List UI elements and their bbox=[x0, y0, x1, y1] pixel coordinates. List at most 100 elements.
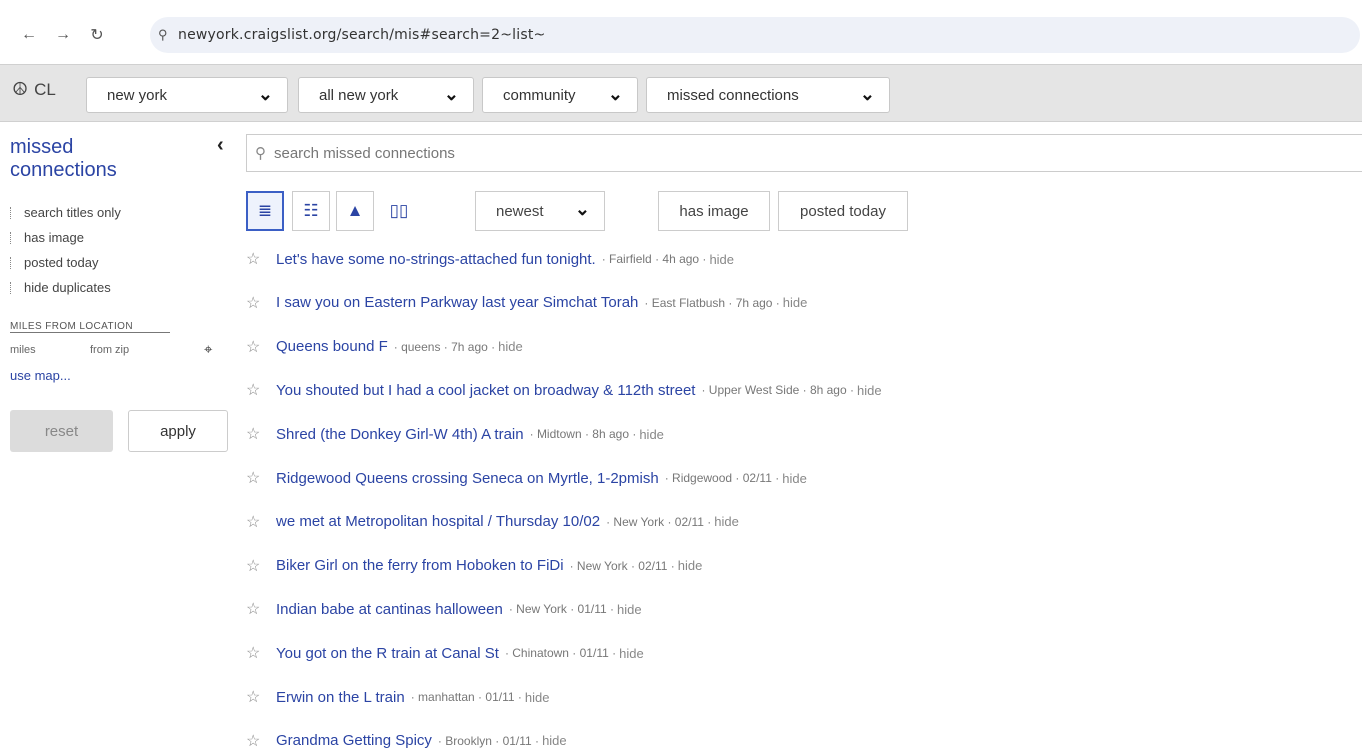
subarea-select-value: all new york bbox=[319, 86, 399, 104]
peace-icon: ☮ bbox=[12, 79, 29, 99]
thumbnail-view-icon: ☷ bbox=[303, 201, 319, 220]
result-meta: · Fairfield · 4h ago · bbox=[601, 252, 707, 266]
hide-link[interactable]: hide bbox=[525, 690, 550, 705]
cl-logo[interactable]: ☮ CL bbox=[12, 79, 56, 100]
has-image-checkbox[interactable]: has image bbox=[10, 230, 84, 245]
thumbnail-view-button[interactable]: ☷ bbox=[292, 191, 330, 231]
list-item: ☆ Grandma Getting Spicy · Brooklyn · 01/11… bbox=[246, 726, 567, 749]
category-select[interactable]: community ⌄ bbox=[482, 77, 638, 113]
list-item: ☆ Shred (the Donkey Girl-W 4th) A train · … bbox=[246, 419, 664, 449]
favorite-star-icon[interactable]: ☆ bbox=[246, 687, 276, 707]
favorite-star-icon[interactable]: ☆ bbox=[246, 380, 276, 400]
hide-link[interactable]: hide bbox=[783, 295, 808, 310]
list-item: ☆ You got on the R train at Canal St · Chi… bbox=[246, 638, 644, 668]
result-title-link[interactable]: Ridgewood Queens crossing Seneca on Myrt… bbox=[276, 470, 659, 487]
option-label: posted today bbox=[24, 255, 99, 270]
result-title-link[interactable]: Queens bound F bbox=[276, 338, 388, 355]
locate-me-icon[interactable]: ⌖ bbox=[204, 341, 212, 358]
list-item: ☆ Biker Girl on the ferry from Hoboken to… bbox=[246, 551, 702, 581]
area-select[interactable]: new york ⌄ bbox=[86, 77, 288, 113]
favorite-star-icon[interactable]: ☆ bbox=[246, 468, 276, 488]
favorite-star-icon[interactable]: ☆ bbox=[246, 249, 276, 269]
chevron-down-icon: ⌄ bbox=[607, 84, 623, 104]
hide-link[interactable]: hide bbox=[619, 646, 644, 661]
category-select-value: community bbox=[503, 86, 576, 104]
craigslist-header: ☮ CL new york ⌄ all new york ⌄ community… bbox=[0, 64, 1362, 122]
chevron-down-icon: ⌄ bbox=[443, 84, 459, 104]
checkbox-icon bbox=[10, 281, 16, 294]
hide-link[interactable]: hide bbox=[617, 602, 642, 617]
hide-duplicates-checkbox[interactable]: hide duplicates bbox=[10, 280, 111, 295]
posted-today-checkbox[interactable]: posted today bbox=[10, 255, 98, 270]
miles-input[interactable]: miles bbox=[10, 344, 90, 356]
area-select-value: new york bbox=[107, 86, 168, 104]
list-item: ☆ You shouted but I had a cool jacket on … bbox=[246, 375, 882, 405]
gallery-view-icon: ▲ bbox=[346, 201, 364, 220]
subarea-select[interactable]: all new york ⌄ bbox=[298, 77, 474, 113]
hide-link[interactable]: hide bbox=[782, 471, 807, 486]
hide-link[interactable]: hide bbox=[639, 427, 664, 442]
list-item: ☆ I saw you on Eastern Parkway last year … bbox=[246, 288, 807, 318]
result-title-link[interactable]: I saw you on Eastern Parkway last year S… bbox=[276, 294, 638, 311]
back-arrow-icon[interactable]: ← bbox=[16, 22, 42, 48]
reset-button[interactable]: reset bbox=[10, 410, 113, 452]
option-label: search titles only bbox=[24, 205, 121, 220]
result-title-link[interactable]: Indian babe at cantinas halloween bbox=[276, 601, 503, 618]
forward-arrow-icon[interactable]: → bbox=[50, 22, 76, 48]
subcategory-select[interactable]: missed connections ⌄ bbox=[646, 77, 890, 113]
favorite-star-icon[interactable]: ☆ bbox=[246, 643, 276, 663]
result-title-link[interactable]: we met at Metropolitan hospital / Thursd… bbox=[276, 513, 600, 530]
hide-link[interactable]: hide bbox=[498, 339, 523, 354]
hide-link[interactable]: hide bbox=[678, 558, 703, 573]
reload-icon[interactable]: ↻ bbox=[84, 22, 110, 48]
hide-link[interactable]: hide bbox=[857, 383, 882, 398]
favorite-star-icon[interactable]: ☆ bbox=[246, 293, 276, 313]
result-meta: · Upper West Side · 8h ago · bbox=[701, 383, 854, 398]
apply-button[interactable]: apply bbox=[128, 410, 228, 452]
sort-select[interactable]: newest ⌄ bbox=[475, 191, 605, 231]
cl-logo-text: CL bbox=[34, 79, 56, 99]
result-title-link[interactable]: Shred (the Donkey Girl-W 4th) A train bbox=[276, 426, 524, 443]
list-item: ☆ Indian babe at cantinas halloween · New … bbox=[246, 594, 642, 624]
search-icon: ⚲ bbox=[255, 145, 266, 162]
hide-link[interactable]: hide bbox=[542, 733, 567, 748]
list-view-button[interactable]: ≣ bbox=[246, 191, 284, 231]
favorite-star-icon[interactable]: ☆ bbox=[246, 731, 276, 749]
result-meta: · queens · 7h ago · bbox=[393, 339, 496, 354]
result-meta: · Ridgewood · 02/11 · bbox=[664, 471, 780, 485]
favorite-star-icon[interactable]: ☆ bbox=[246, 556, 276, 576]
result-title-link[interactable]: You shouted but I had a cool jacket on b… bbox=[276, 382, 695, 399]
search-titles-only-checkbox[interactable]: search titles only bbox=[10, 205, 121, 220]
result-title-link[interactable]: Erwin on the L train bbox=[276, 689, 405, 706]
collapse-sidebar-icon[interactable]: ‹ bbox=[217, 134, 224, 157]
url-text[interactable]: newyork.craigslist.org/search/mis#search… bbox=[178, 27, 545, 43]
chevron-down-icon: ⌄ bbox=[574, 199, 590, 219]
hide-link[interactable]: hide bbox=[714, 514, 739, 529]
checkbox-icon bbox=[10, 231, 16, 244]
preview-view-button[interactable]: ▯▯ bbox=[380, 191, 418, 231]
site-info-icon[interactable]: ⚲ bbox=[158, 27, 178, 43]
favorite-star-icon[interactable]: ☆ bbox=[246, 512, 276, 532]
checkbox-icon bbox=[10, 206, 16, 219]
result-title-link[interactable]: Grandma Getting Spicy bbox=[276, 732, 432, 749]
result-meta: · New York · 01/11 · bbox=[508, 602, 615, 617]
sidebar-title: missed connections bbox=[10, 136, 117, 181]
gallery-view-button[interactable]: ▲ bbox=[336, 191, 374, 231]
result-title-link[interactable]: Biker Girl on the ferry from Hoboken to … bbox=[276, 557, 564, 574]
result-meta: · Brooklyn · 01/11 · bbox=[437, 733, 540, 748]
list-view-icon: ≣ bbox=[257, 201, 273, 220]
hide-link[interactable]: hide bbox=[709, 252, 734, 267]
search-input[interactable]: ⚲ search missed connections bbox=[246, 134, 1362, 172]
favorite-star-icon[interactable]: ☆ bbox=[246, 424, 276, 444]
posted-today-toggle[interactable]: posted today bbox=[778, 191, 908, 231]
list-item: ☆ Ridgewood Queens crossing Seneca on Myr… bbox=[246, 463, 807, 493]
address-bar[interactable]: ⚲ newyork.craigslist.org/search/mis#sear… bbox=[150, 17, 1360, 53]
result-meta: · Midtown · 8h ago · bbox=[529, 427, 637, 442]
favorite-star-icon[interactable]: ☆ bbox=[246, 599, 276, 619]
use-map-link[interactable]: use map... bbox=[10, 368, 71, 383]
result-title-link[interactable]: You got on the R train at Canal St bbox=[276, 645, 499, 662]
zip-input[interactable]: from zip bbox=[90, 344, 170, 356]
has-image-toggle[interactable]: has image bbox=[658, 191, 770, 231]
favorite-star-icon[interactable]: ☆ bbox=[246, 337, 276, 357]
result-title-link[interactable]: Let's have some no-strings-attached fun … bbox=[276, 251, 596, 268]
